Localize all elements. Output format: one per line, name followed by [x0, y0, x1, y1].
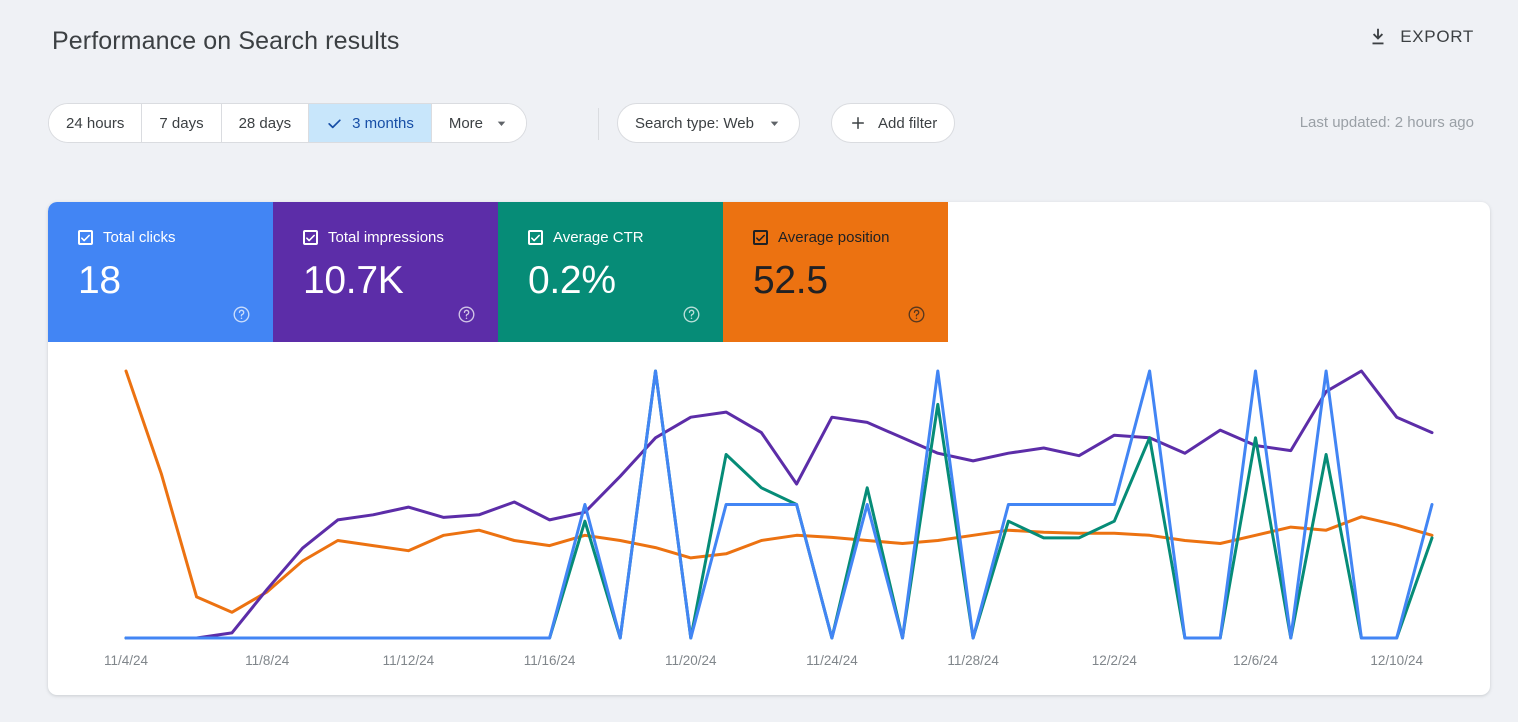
add-filter-label: Add filter: [878, 115, 937, 132]
help-circle-icon[interactable]: [232, 305, 251, 324]
date-range-24-hours[interactable]: 24 hours: [49, 104, 142, 142]
metric-label: Average CTR: [553, 230, 644, 245]
x-axis-tick-label: 12/6/24: [1233, 653, 1278, 668]
date-range-7-days-label: 7 days: [159, 115, 203, 132]
check-icon: [326, 115, 343, 132]
x-axis-tick-label: 11/8/24: [245, 653, 289, 668]
chart-line-average-position: [126, 371, 1432, 612]
help-circle-icon[interactable]: [907, 305, 926, 324]
help-circle-icon[interactable]: [457, 305, 476, 324]
chart-x-axis: 11/4/24 11/8/24 11/12/24 11/16/24 11/20/24 11…: [48, 653, 1490, 673]
metric-card-header: Total clicks: [78, 230, 273, 245]
x-axis-tick-label: 11/4/24: [104, 653, 148, 668]
metric-label: Total impressions: [328, 230, 444, 245]
date-range-28-days-label: 28 days: [239, 115, 292, 132]
chart-line-total-clicks: [126, 371, 1432, 638]
x-axis-tick-label: 11/16/24: [524, 653, 576, 668]
checkbox-checked-icon[interactable]: [78, 230, 93, 245]
filter-toolbar: 24 hours 7 days 28 days 3 months More: [0, 84, 1518, 158]
x-axis-tick-label: 11/12/24: [383, 653, 435, 668]
metric-card-average-position[interactable]: Average position 52.5: [723, 202, 948, 342]
chevron-down-icon: [767, 116, 782, 131]
date-range-3-months-label: 3 months: [352, 115, 414, 132]
checkbox-checked-icon[interactable]: [303, 230, 318, 245]
metric-card-total-impressions[interactable]: Total impressions 10.7K: [273, 202, 498, 342]
export-label: EXPORT: [1400, 27, 1474, 47]
performance-page: Performance on Search results EXPORT 24 …: [0, 0, 1518, 722]
metric-label: Average position: [778, 230, 889, 245]
metric-value: 52.5: [753, 261, 948, 300]
metric-card-average-ctr[interactable]: Average CTR 0.2%: [498, 202, 723, 342]
date-range-28-days[interactable]: 28 days: [222, 104, 310, 142]
checkbox-checked-icon[interactable]: [528, 230, 543, 245]
metric-value: 0.2%: [528, 261, 723, 300]
x-axis-tick-label: 12/10/24: [1370, 653, 1423, 668]
chevron-down-icon: [494, 116, 509, 131]
add-filter-button[interactable]: Add filter: [831, 103, 955, 143]
chart-plot-area: [48, 342, 1490, 654]
metric-cards: Total clicks 18 Total impressions: [48, 202, 948, 342]
date-range-more[interactable]: More: [432, 104, 526, 142]
metric-value: 18: [78, 261, 273, 300]
search-type-filter-button[interactable]: Search type: Web: [617, 103, 800, 143]
metric-card-total-clicks[interactable]: Total clicks 18: [48, 202, 273, 342]
metric-value: 10.7K: [303, 261, 498, 300]
performance-chart: 11/4/24 11/8/24 11/12/24 11/16/24 11/20/24 11…: [48, 342, 1490, 695]
metric-card-header: Average position: [753, 230, 948, 245]
date-range-more-label: More: [449, 115, 483, 132]
date-range-segmented-control: 24 hours 7 days 28 days 3 months More: [48, 103, 527, 143]
plus-icon: [849, 114, 867, 132]
date-range-24-hours-label: 24 hours: [66, 115, 124, 132]
export-button[interactable]: EXPORT: [1367, 26, 1474, 48]
x-axis-tick-label: 11/20/24: [665, 653, 717, 668]
x-axis-tick-label: 12/2/24: [1092, 653, 1137, 668]
help-circle-icon[interactable]: [682, 305, 701, 324]
date-range-7-days[interactable]: 7 days: [142, 104, 221, 142]
search-type-label: Search type: Web: [635, 115, 754, 132]
checkbox-checked-icon[interactable]: [753, 230, 768, 245]
last-updated-text: Last updated: 2 hours ago: [1300, 114, 1474, 131]
page-title: Performance on Search results: [52, 27, 400, 56]
metric-card-header: Total impressions: [303, 230, 498, 245]
x-axis-tick-label: 11/24/24: [806, 653, 858, 668]
metric-label: Total clicks: [103, 230, 176, 245]
metric-card-header: Average CTR: [528, 230, 723, 245]
toolbar-divider: [598, 108, 599, 140]
x-axis-tick-label: 11/28/24: [947, 653, 999, 668]
performance-panel: Total clicks 18 Total impressions: [48, 202, 1490, 695]
download-icon: [1367, 26, 1389, 48]
page-header: Performance on Search results EXPORT: [0, 0, 1518, 84]
date-range-3-months[interactable]: 3 months: [309, 104, 432, 142]
